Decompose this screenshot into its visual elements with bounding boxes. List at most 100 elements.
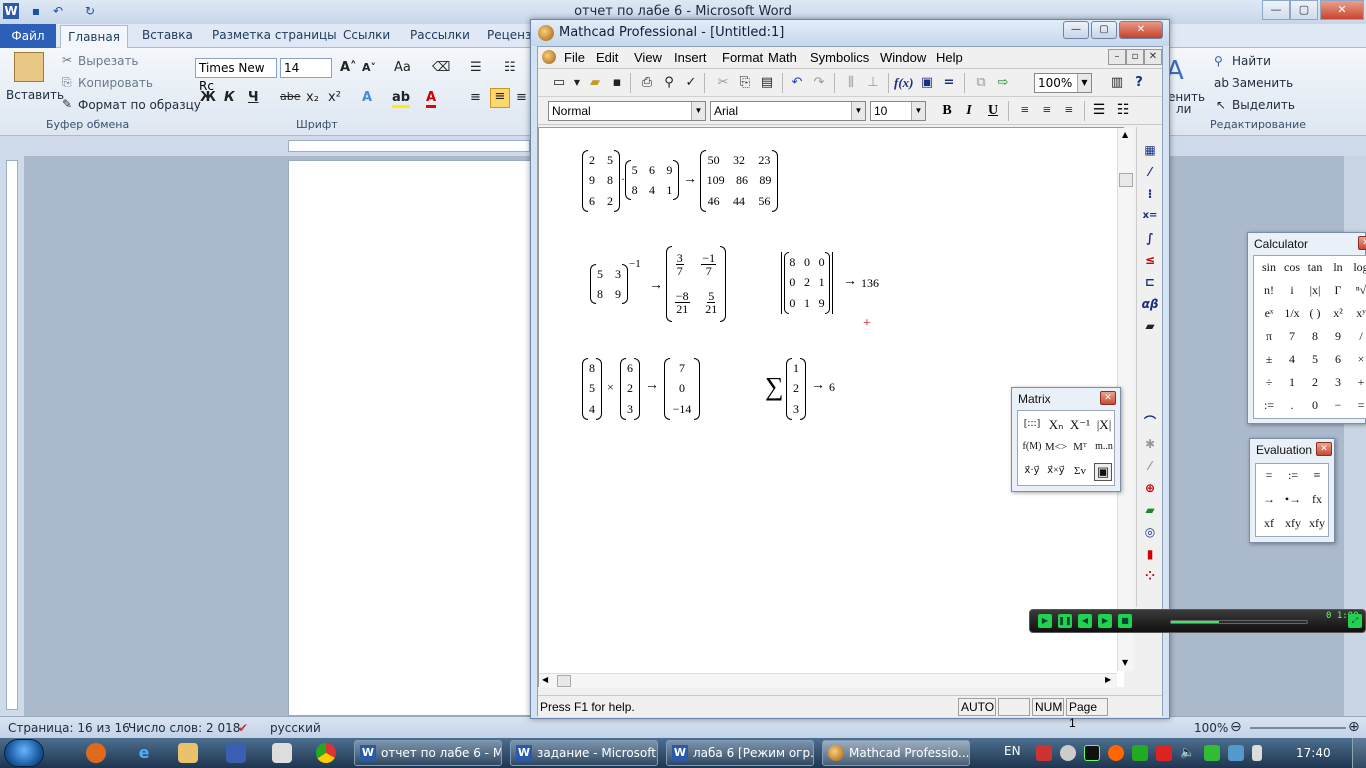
calc-define-button[interactable]: := — [1258, 398, 1280, 413]
select-icon[interactable]: ↖ — [1216, 98, 1226, 112]
doc-restore-button[interactable]: ▫ — [1126, 49, 1144, 65]
tray-app-icon[interactable] — [1108, 745, 1124, 761]
zoom-in-icon[interactable]: ⊕ — [1348, 719, 1360, 735]
doc-icon[interactable] — [542, 50, 556, 64]
task-word-assignment[interactable]: W задание - Microsoft ... — [510, 740, 658, 766]
eval-keyword-eval-button[interactable]: •→ — [1282, 492, 1304, 507]
eval-symbolic-eval-button[interactable]: → — [1258, 492, 1280, 507]
calc-two-button[interactable]: 2 — [1304, 375, 1326, 390]
calc-ln-button[interactable]: ln — [1327, 260, 1349, 275]
programming-toolbar-icon[interactable]: ⊏ — [1141, 273, 1159, 291]
scatter-plot-icon[interactable]: ⁘ — [1141, 567, 1159, 585]
new-dropdown-icon[interactable]: ▼ — [568, 74, 586, 92]
battery-icon[interactable] — [1252, 745, 1262, 761]
matrix-a1[interactable]: 25 98 62 — [582, 150, 620, 212]
calc-nth-root-left-button[interactable]: Γ — [1327, 283, 1349, 298]
strikethrough-button[interactable]: abe — [280, 90, 301, 103]
font-name-select[interactable]: Times New Rc — [195, 58, 277, 93]
xy-plot-icon[interactable]: ⌒ — [1141, 413, 1159, 431]
matrix-result1[interactable]: 50 32 23 109 86 89 46 44 56 — [700, 150, 778, 212]
numbering-icon[interactable]: ☷ — [1114, 102, 1132, 120]
matrix-result2[interactable]: 37 −1 7 −8 21 5 21 — [666, 246, 726, 322]
play-icon[interactable]: ▶ — [1038, 614, 1052, 628]
eval-postfix-op-button[interactable]: xf — [1258, 516, 1280, 531]
explorer-icon[interactable] — [178, 743, 198, 763]
matrix-subscript-button[interactable]: Xₙ — [1044, 417, 1068, 433]
insert-function-icon[interactable]: f(x) — [894, 74, 914, 92]
matrix-column-button[interactable]: M<> — [1044, 441, 1068, 453]
keyboard-language[interactable]: EN — [1004, 744, 1021, 758]
calc-mixed-button[interactable]: ± — [1258, 352, 1280, 367]
replace-icon[interactable]: ab — [1214, 76, 1229, 90]
word-close-button[interactable]: ✕ — [1320, 0, 1364, 20]
calc-decimal-button[interactable]: . — [1281, 398, 1303, 413]
calc-square-button[interactable]: x² — [1327, 306, 1349, 321]
eval-evaluate-button[interactable]: = — [1258, 468, 1280, 483]
ie-icon[interactable]: e — [134, 743, 154, 763]
calculus-toolbar-icon[interactable]: ∫ — [1141, 229, 1159, 247]
mathcad-minimize-button[interactable]: — — [1063, 21, 1089, 39]
paste-icon[interactable]: ▤ — [758, 74, 776, 92]
redo-icon[interactable]: ↷ — [810, 74, 828, 92]
style-select[interactable]: Normal ▼ — [548, 101, 706, 121]
chevron-down-icon[interactable]: ▼ — [1077, 74, 1091, 92]
paste-icon[interactable] — [14, 52, 44, 82]
bold-button[interactable]: Ж — [200, 90, 216, 105]
mathcad-close-button[interactable]: ✕ — [1119, 21, 1163, 39]
zoom-slider[interactable] — [1250, 727, 1346, 729]
greek-toolbar-icon[interactable]: αβ — [1141, 295, 1159, 313]
doc-minimize-button[interactable]: – — [1108, 49, 1126, 65]
eval-define-button[interactable]: := — [1282, 468, 1304, 483]
new-icon[interactable]: ▭ — [550, 74, 568, 92]
menu-symbolics[interactable]: Symbolics — [810, 50, 869, 65]
calc-five-button[interactable]: 5 — [1304, 352, 1326, 367]
task-mathcad[interactable]: Mathcad Professio... — [822, 740, 970, 766]
word-maximize-button[interactable]: ▢ — [1290, 0, 1318, 20]
chrome-icon[interactable] — [316, 743, 336, 763]
align-down-icon[interactable]: ⊥ — [864, 74, 882, 92]
tray-app-icon[interactable] — [1132, 745, 1148, 761]
tab-mailings[interactable]: Рассылки — [410, 28, 470, 42]
tab-references[interactable]: Ссылки — [343, 28, 390, 42]
picture-button[interactable]: ▣ — [1094, 463, 1112, 481]
align-left-icon[interactable]: ≡ — [470, 90, 481, 105]
font-color-icon[interactable]: A — [426, 90, 437, 108]
scroll-thumb[interactable] — [557, 675, 571, 687]
size-select[interactable]: 10 ▼ — [870, 101, 926, 121]
tab-review[interactable]: Реценз — [487, 28, 531, 42]
align-center-icon[interactable]: ≡ — [490, 88, 510, 108]
italic-button[interactable]: К — [224, 90, 235, 105]
menu-file[interactable]: File — [564, 50, 585, 65]
vector-b[interactable]: 6 2 3 — [620, 358, 640, 420]
eval-treefix-op-button[interactable]: xfy — [1306, 516, 1328, 531]
calc-pi-button[interactable]: π — [1258, 329, 1280, 344]
eval-infix-op-button[interactable]: xfy — [1282, 516, 1304, 531]
task-word-report[interactable]: W отчет по лабе 6 - M... — [354, 740, 502, 766]
highlight-icon[interactable]: ab — [392, 90, 411, 108]
align-right-icon[interactable]: ≡ — [516, 90, 527, 105]
previous-icon[interactable]: ◀ — [1078, 614, 1092, 628]
scroll-left-icon[interactable]: ◀ — [542, 675, 548, 684]
tab-layout[interactable]: Разметка страницы — [212, 28, 337, 42]
print-icon[interactable]: ⎙ — [638, 74, 656, 92]
menu-window[interactable]: Window — [880, 50, 926, 65]
spell-check-icon[interactable]: ✓ — [682, 74, 700, 92]
mathcad-maximize-button[interactable]: ▢ — [1091, 21, 1117, 39]
document-page[interactable] — [288, 160, 533, 716]
scroll-down-icon[interactable]: ▼ — [1122, 658, 1128, 667]
menu-view[interactable]: View — [634, 50, 662, 65]
change-styles-partial2[interactable]: ли — [1176, 102, 1191, 116]
calc-zero-button[interactable]: 0 — [1304, 398, 1326, 413]
italic-button[interactable]: I — [960, 102, 978, 120]
calc-factorial-button[interactable]: n! — [1258, 283, 1280, 298]
network-icon[interactable] — [1204, 745, 1220, 761]
calculator-toolbar-icon[interactable]: ▦ — [1141, 141, 1159, 159]
calc-exp-button[interactable]: eˣ — [1258, 306, 1280, 321]
align-center-icon[interactable]: ≡ — [1038, 102, 1056, 120]
calc-one-button[interactable]: 1 — [1281, 375, 1303, 390]
expand-icon[interactable]: ⤢ — [1348, 614, 1362, 628]
calc-three-button[interactable]: 3 — [1327, 375, 1349, 390]
menu-format[interactable]: Format — [722, 50, 763, 65]
matrix-a2[interactable]: 53 89 — [590, 264, 628, 304]
shrink-font-icon[interactable]: A˅ — [362, 61, 376, 74]
